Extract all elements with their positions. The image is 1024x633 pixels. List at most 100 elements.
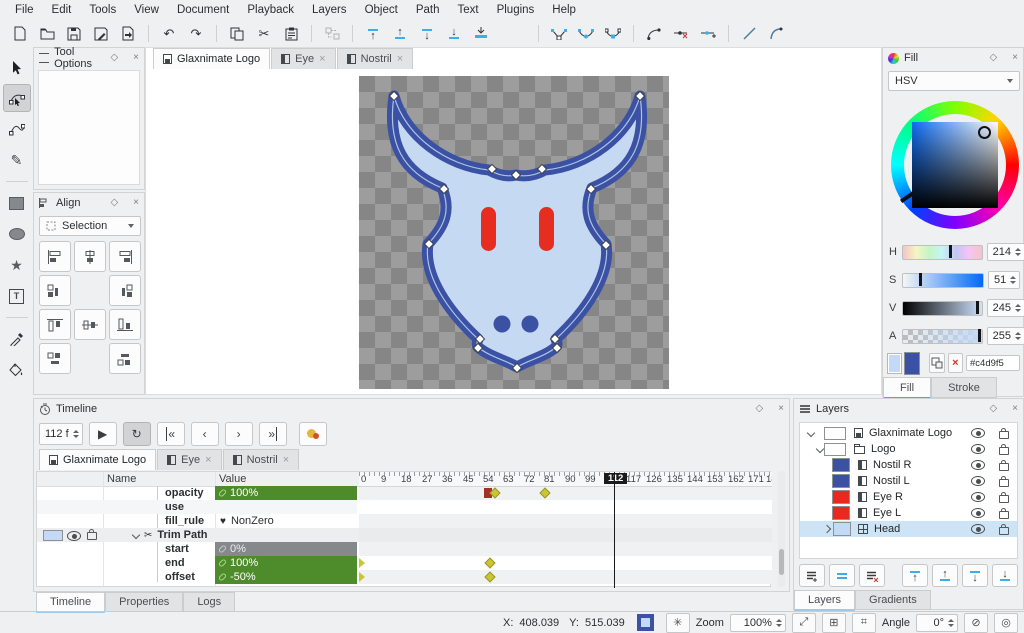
add-node-button[interactable] — [696, 23, 720, 45]
menu-tools[interactable]: Tools — [80, 0, 125, 20]
spin-arrows[interactable] — [1015, 304, 1021, 312]
expander-icon[interactable] — [823, 525, 831, 533]
layer-row-eye-r[interactable]: Eye R — [800, 489, 1017, 505]
keyframe-start-half[interactable] — [359, 572, 365, 582]
hue-spinbox[interactable]: 214 — [987, 243, 1024, 261]
opacity-track[interactable] — [359, 486, 772, 500]
reset-rotation-button[interactable]: ⊘ — [964, 613, 988, 633]
sv-marker[interactable] — [978, 126, 991, 139]
duplicate-layer-button[interactable] — [829, 564, 855, 587]
layer-color-swatch[interactable] — [832, 458, 850, 472]
timeline-titlebar[interactable]: Timeline ◇ × — [34, 399, 789, 419]
menu-text[interactable]: Text — [448, 0, 487, 20]
keyframe-start-half[interactable] — [359, 558, 365, 568]
hex-color-input[interactable] — [966, 355, 1020, 371]
float-panel-button[interactable]: ◇ — [110, 198, 118, 208]
clear-color-button[interactable]: × — [948, 353, 963, 373]
alpha-slider[interactable] — [902, 329, 983, 344]
loop-button[interactable]: ↻ — [123, 422, 151, 446]
visibility-icon[interactable] — [971, 444, 985, 454]
saturation-spinbox[interactable]: 51 — [988, 271, 1020, 289]
keyframe[interactable] — [484, 571, 495, 582]
lower-to-bottom-button[interactable]: ↓ — [442, 23, 466, 45]
float-panel-button[interactable]: ◇ — [989, 53, 997, 63]
logo-artwork[interactable] — [359, 76, 669, 389]
close-tab-icon[interactable]: × — [397, 53, 403, 65]
layer-row-nostil-l[interactable]: Nostil L — [800, 473, 1017, 489]
ellipse-tool-button[interactable] — [3, 220, 31, 248]
menu-document[interactable]: Document — [168, 0, 238, 20]
color-mode-select[interactable]: HSV — [888, 71, 1020, 91]
fill-titlebar[interactable]: Fill ◇ × — [883, 48, 1023, 68]
tab-nostril[interactable]: Nostril × — [223, 449, 300, 470]
node-smooth-button[interactable] — [574, 23, 598, 45]
lower-button[interactable]: ↓ — [415, 23, 439, 45]
lock-icon[interactable] — [999, 431, 1009, 439]
move-to-layer-button[interactable] — [469, 23, 493, 45]
menu-object[interactable]: Object — [356, 0, 407, 20]
hue-slider-handle[interactable] — [949, 245, 952, 258]
save-button[interactable] — [62, 23, 86, 45]
layer-row-head[interactable]: Head — [800, 521, 1017, 537]
lock-icon[interactable] — [999, 511, 1009, 519]
canvas-settings-button[interactable]: ✳ — [666, 613, 690, 633]
next-frame-button[interactable]: › — [225, 422, 253, 446]
visibility-icon[interactable] — [971, 492, 985, 502]
draw-line-button[interactable] — [737, 23, 761, 45]
visibility-icon[interactable] — [67, 531, 81, 541]
lock-icon[interactable] — [999, 447, 1009, 455]
tab-eye[interactable]: Eye × — [157, 449, 221, 470]
menu-help[interactable]: Help — [543, 0, 585, 20]
keyframe[interactable] — [484, 557, 495, 568]
layer-color-swatch[interactable] — [824, 427, 846, 440]
close-tab-icon[interactable]: × — [283, 454, 289, 466]
draw-bezier-tool-button[interactable] — [3, 115, 31, 143]
tool-options-titlebar[interactable]: Tool Options ◇ × — [34, 48, 144, 68]
timeline-scrollbar[interactable] — [778, 471, 785, 587]
tab-layers[interactable]: Layers — [794, 590, 855, 611]
lock-icon[interactable] — [999, 495, 1009, 503]
color-picker-tool-button[interactable] — [3, 325, 31, 353]
saturation-slider[interactable] — [902, 273, 984, 288]
layer-row-eye-l[interactable]: Eye L — [800, 505, 1017, 521]
start-value-cell[interactable]: 0% — [215, 542, 357, 556]
hue-wheel[interactable] — [891, 101, 1019, 229]
property-row-offset[interactable]: offset -50% — [37, 570, 357, 584]
onion-skin-button[interactable]: ◎ — [994, 613, 1018, 633]
tab-glaxnimate-logo[interactable]: Glaxnimate Logo — [153, 48, 270, 69]
spin-arrows[interactable] — [948, 619, 954, 627]
current-color-indicator[interactable] — [637, 614, 654, 631]
close-tab-icon[interactable]: × — [205, 454, 211, 466]
draw-freehand-tool-button[interactable]: ✎ — [3, 146, 31, 174]
fill-color-swatch[interactable] — [888, 354, 901, 373]
fill-rule-value-cell[interactable]: ♥NonZero — [215, 514, 357, 528]
nostril-right-shape[interactable] — [522, 316, 539, 333]
visibility-icon[interactable] — [971, 428, 985, 438]
text-tool-button[interactable]: T — [3, 282, 31, 310]
expander-icon[interactable] — [816, 445, 824, 453]
eye-left-shape[interactable] — [481, 207, 496, 251]
visibility-icon[interactable] — [971, 524, 985, 534]
value-spinbox[interactable]: 245 — [987, 299, 1024, 317]
layer-color-swatch[interactable] — [832, 506, 850, 520]
lock-icon[interactable] — [999, 479, 1009, 487]
align-outside-bottom-button[interactable] — [109, 343, 141, 374]
visibility-icon[interactable] — [971, 476, 985, 486]
menu-edit[interactable]: Edit — [43, 0, 81, 20]
go-to-end-button[interactable]: » — [259, 422, 287, 446]
tab-timeline[interactable]: Timeline — [36, 592, 105, 613]
make-segment-curve-button[interactable] — [642, 23, 666, 45]
layer-color-swatch[interactable] — [832, 474, 850, 488]
hue-slider[interactable] — [902, 245, 983, 260]
align-outside-right-button[interactable] — [109, 275, 141, 306]
close-panel-button[interactable]: × — [1012, 53, 1018, 63]
copy-button[interactable] — [225, 23, 249, 45]
node-symmetric-button[interactable] — [601, 23, 625, 45]
close-panel-button[interactable]: × — [133, 53, 139, 63]
layer-color-swatch[interactable] — [833, 522, 851, 536]
float-panel-button[interactable]: ◇ — [755, 404, 763, 414]
tab-stroke[interactable]: Stroke — [931, 377, 997, 398]
head-shape[interactable] — [392, 96, 641, 367]
tab-properties[interactable]: Properties — [105, 592, 183, 612]
layer-lower-to-bottom-button[interactable]: ↓ — [992, 564, 1018, 587]
